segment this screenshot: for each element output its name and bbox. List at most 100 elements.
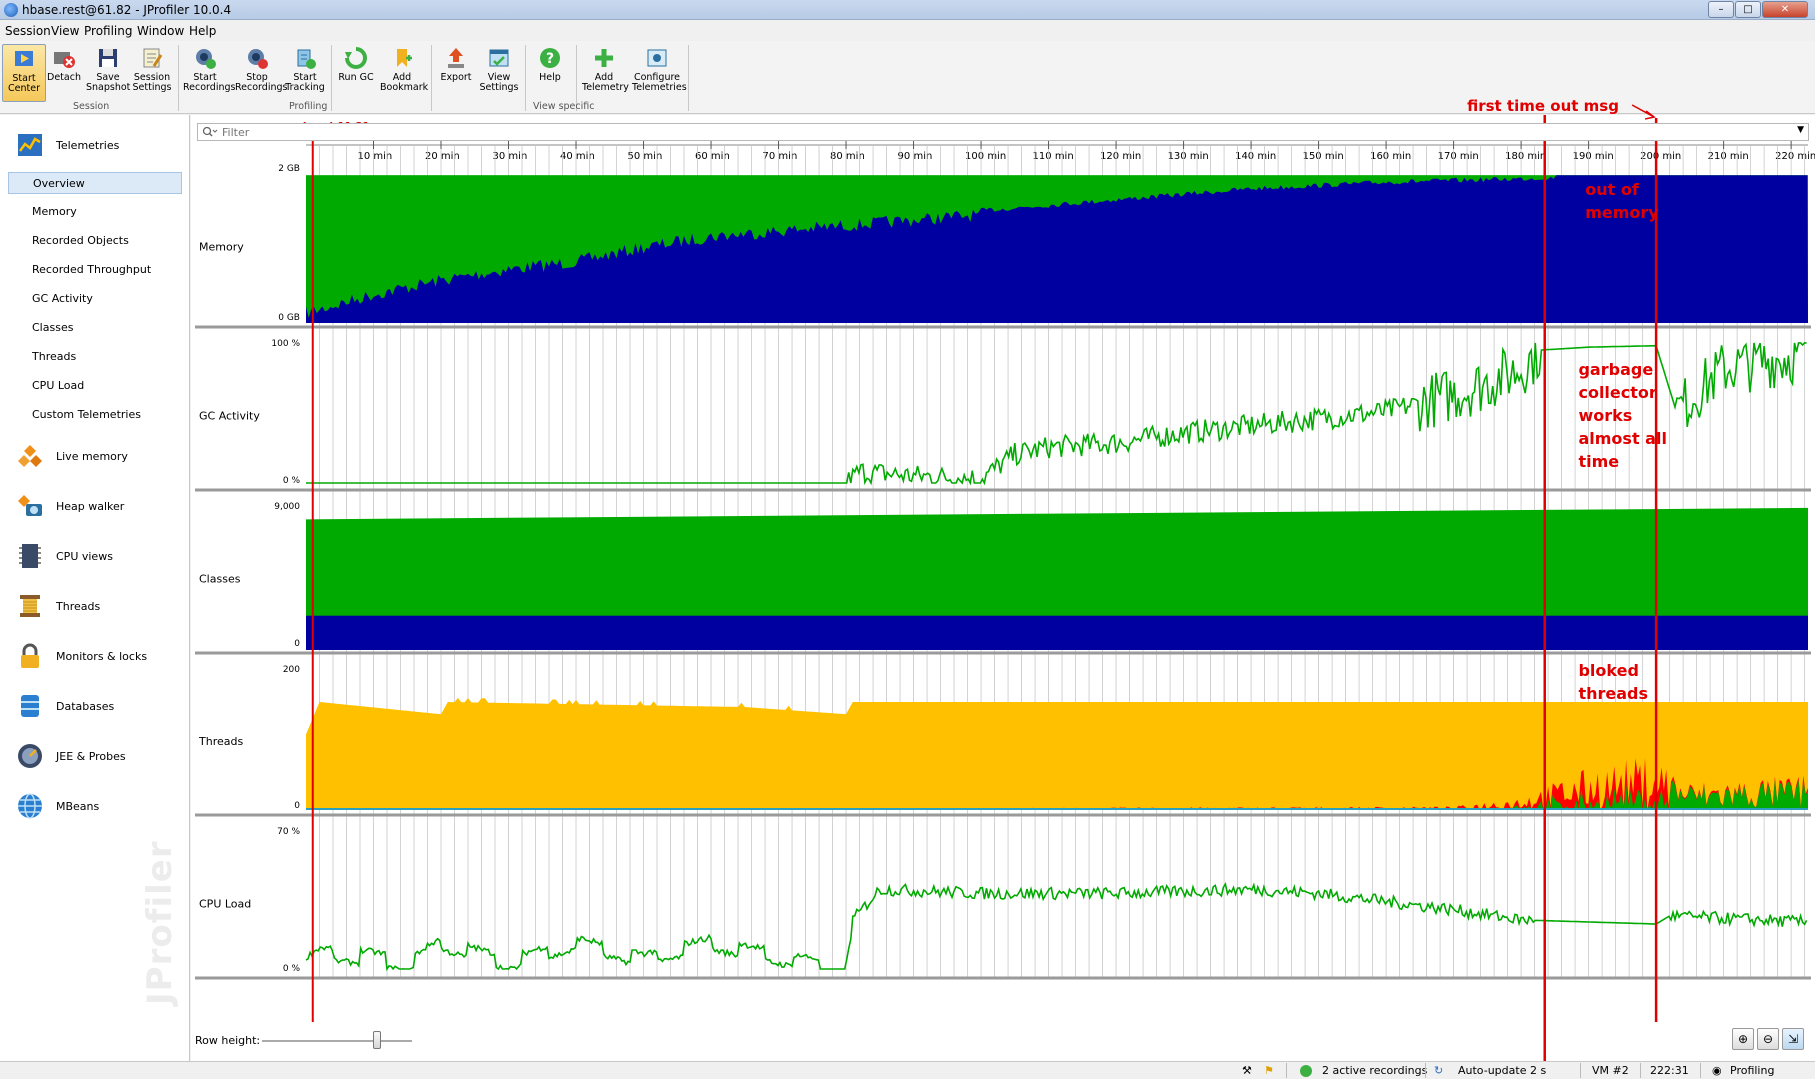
flag-icon[interactable]: ⚑ (1264, 1064, 1274, 1077)
menu-help[interactable]: Help (189, 24, 216, 38)
telemetries-icon (18, 134, 42, 156)
sidebar-item-classes[interactable]: Classes (8, 317, 182, 339)
save-snapshot-button[interactable]: Save Snapshot (86, 44, 130, 102)
time-axis-tick-label: 200 min (1640, 151, 1681, 162)
sidebar-item-threads[interactable]: Threads (8, 346, 182, 368)
fit-icon: ⇲ (1787, 1032, 1799, 1046)
sidebar-section-monitors-locks[interactable]: Monitors & locks (14, 640, 184, 674)
annotation-gc-label: works (1578, 406, 1632, 425)
annotation-blocked-threads-label: bloked (1578, 661, 1638, 680)
run-gc-icon (345, 47, 367, 69)
profiling-mode-icon: ◉ (1712, 1064, 1722, 1077)
probe-icon (18, 744, 42, 768)
menu-view[interactable]: View (51, 24, 79, 38)
sidebar-item-cpu-load[interactable]: CPU Load (8, 375, 182, 397)
telemetry-ymin-label: 0 % (283, 476, 301, 486)
sidebar-item-custom-telemetries[interactable]: Custom Telemetries (8, 404, 182, 426)
time-axis-tick-label: 190 min (1573, 151, 1614, 162)
sidebar-section-mbeans[interactable]: MBeans (14, 790, 184, 824)
menu-profiling[interactable]: Profiling (84, 24, 133, 38)
time-axis-tick-label: 180 min (1505, 151, 1546, 162)
telemetry-ymin-label: 0 GB (278, 313, 300, 323)
sidebar-item-memory[interactable]: Memory (8, 201, 182, 223)
profiling-mode-status: Profiling (1730, 1064, 1775, 1077)
sidebar-item-recorded-throughput[interactable]: Recorded Throughput (8, 259, 182, 281)
menu-bar: Session View Profiling Window Help (0, 21, 1815, 41)
help-button[interactable]: ? Help (528, 44, 572, 102)
time-axis-tick-label: 120 min (1100, 151, 1141, 162)
filter-box[interactable]: ▼ (197, 123, 1809, 141)
zoom-out-button[interactable]: ⊖ (1757, 1028, 1779, 1050)
annotation-gc-label: collector (1578, 383, 1656, 402)
vm-status: VM #2 (1592, 1064, 1629, 1077)
sidebar-section-heap-walker[interactable]: Heap walker (14, 490, 184, 524)
telemetry-row-label: Memory (199, 241, 244, 254)
start-recordings-icon (196, 49, 216, 69)
stop-recordings-button[interactable]: Stop Recordings (235, 44, 287, 102)
view-settings-button[interactable]: View Settings (477, 44, 521, 102)
telemetry-ymin-label: 0 % (283, 964, 301, 974)
sidebar-section-live-memory[interactable]: Live memory (14, 440, 184, 474)
sidebar-section-threads[interactable]: Threads (14, 590, 184, 624)
close-button[interactable]: ✕ (1762, 1, 1808, 18)
view-settings-icon (489, 49, 509, 67)
auto-update-status[interactable]: Auto-update 2 s (1458, 1064, 1546, 1077)
add-bookmark-button[interactable]: Add Bookmark (380, 44, 428, 102)
menu-window[interactable]: Window (137, 24, 184, 38)
detach-button[interactable]: Detach (42, 44, 86, 102)
bookmark-icon (397, 49, 412, 67)
threads-icon (20, 595, 40, 617)
add-telemetry-icon (595, 49, 613, 67)
start-recordings-button[interactable]: Start Recordings (183, 44, 235, 102)
configure-telemetries-icon (647, 49, 667, 67)
jprofiler-app-icon (4, 3, 18, 17)
sidebar-section-jee-probes[interactable]: JEE & Probes (14, 740, 184, 774)
fit-to-window-button[interactable]: ⇲ (1782, 1028, 1804, 1050)
svg-text:?: ? (546, 51, 554, 67)
time-axis-tick-label: 160 min (1370, 151, 1411, 162)
row-height-slider-track[interactable] (262, 1040, 412, 1042)
start-center-icon (15, 51, 33, 66)
sidebar-section-telemetries[interactable]: Telemetries (14, 129, 184, 163)
sidebar-item-recorded-objects[interactable]: Recorded Objects (8, 230, 182, 252)
menu-session[interactable]: Session (5, 24, 51, 38)
add-telemetry-button[interactable]: Add Telemetry (582, 44, 629, 102)
telemetry-overview-panel: 10 min 20 min 30 min 40 min 50 min 60 min 70 m… (191, 115, 1815, 1061)
pin-icon[interactable]: ⚒ (1242, 1064, 1252, 1077)
start-tracking-button[interactable]: Start Tracking (283, 44, 327, 102)
annotation-gc-label: garbage (1578, 360, 1653, 379)
sidebar-section-databases[interactable]: Databases (14, 690, 184, 724)
chevron-down-icon[interactable]: ▼ (1797, 125, 1804, 135)
sidebar-section-cpu-views[interactable]: CPU views (14, 540, 184, 574)
annotation-out-of-memory-label: out of (1585, 180, 1640, 199)
start-center-button[interactable]: Start Center (2, 44, 46, 102)
refresh-icon: ↻ (1434, 1064, 1444, 1077)
telemetry-ymax-label: 200 (283, 665, 300, 675)
cpu-load-line (305, 882, 1808, 972)
row-height-slider-thumb[interactable] (373, 1031, 381, 1049)
minimize-button[interactable]: – (1708, 1, 1734, 18)
telemetry-ymax-label: 100 % (271, 339, 300, 349)
run-gc-button[interactable]: Run GC (334, 44, 378, 102)
maximize-button[interactable]: □ (1735, 1, 1761, 18)
annotation-gc-label: almost all (1578, 429, 1666, 448)
time-axis-tick-label: 170 min (1438, 151, 1479, 162)
configure-telemetries-button[interactable]: Configure Telemetries (632, 44, 687, 102)
session-settings-button[interactable]: Session Settings (130, 44, 174, 102)
export-button[interactable]: Export (434, 44, 478, 102)
sidebar-item-overview[interactable]: Overview (8, 172, 182, 194)
time-axis-tick-label: 140 min (1235, 151, 1276, 162)
zoom-in-button[interactable]: ⊕ (1732, 1028, 1754, 1050)
telemetry-row-label: GC Activity (199, 410, 260, 423)
recording-status-icon (1300, 1065, 1312, 1077)
time-axis-tick-label: 100 min (965, 151, 1006, 162)
classes-loaded-area (306, 615, 1808, 650)
annotation-blocked-threads-label: threads (1578, 684, 1648, 703)
telemetry-ymin-label: 0 (294, 801, 300, 811)
filter-input[interactable] (220, 125, 1720, 140)
time-axis-tick-label: 110 min (1033, 151, 1074, 162)
active-recordings-status[interactable]: 2 active recordings (1322, 1064, 1427, 1077)
telemetry-row-label: CPU Load (199, 898, 251, 911)
telemetry-ymax-label: 2 GB (278, 164, 300, 174)
sidebar-item-gc-activity[interactable]: GC Activity (8, 288, 182, 310)
